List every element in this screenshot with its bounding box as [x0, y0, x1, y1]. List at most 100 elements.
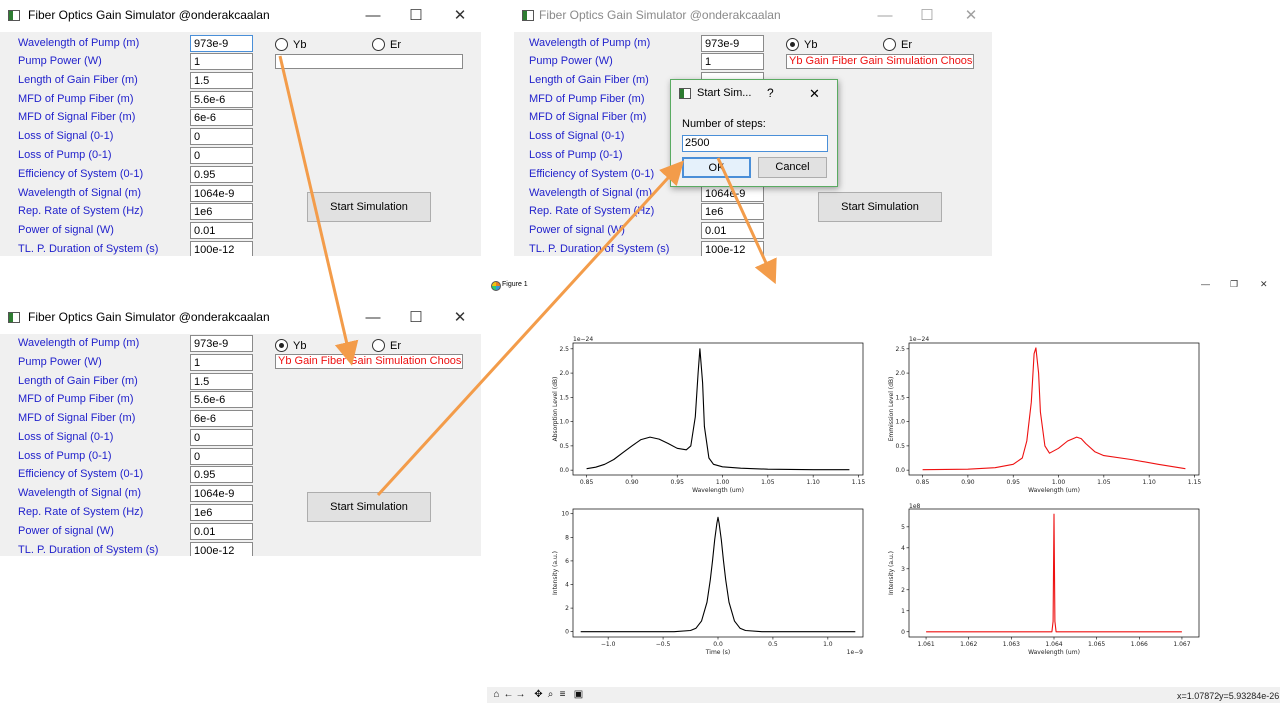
er-radio[interactable] — [883, 38, 896, 51]
x-tick-label: 0.0 — [713, 641, 723, 648]
minimize-button[interactable]: — — [360, 5, 386, 27]
signal-loss-label: Loss of Signal (0-1) — [529, 130, 625, 142]
series-line — [926, 513, 1182, 633]
figure-restore-button[interactable]: ❐ — [1230, 279, 1238, 290]
signal-power-field[interactable]: 0.01 — [701, 222, 764, 239]
pulse-duration-field[interactable]: 100e-12 — [701, 241, 764, 256]
start-simulation-button[interactable]: Start Simulation — [307, 492, 431, 522]
y-tick-label: 2.0 — [895, 370, 905, 377]
pump-power-label: Pump Power (W) — [529, 55, 613, 67]
x-tick-label: 1.067 — [1173, 641, 1190, 648]
figure-title-bar[interactable]: Figure 1 — ❐ ✕ — [487, 277, 1280, 295]
pump-mfd-field[interactable]: 5.6e-6 — [190, 391, 253, 408]
minimize-button[interactable]: — — [360, 307, 386, 329]
pump-wavelength-label: Wavelength of Pump (m) — [18, 337, 140, 349]
signal-mfd-field[interactable]: 6e-6 — [190, 109, 253, 126]
maximize-button[interactable]: ☐ — [403, 307, 429, 329]
signal-loss-field[interactable]: 0 — [190, 429, 253, 446]
title-bar[interactable]: Fiber Optics Gain Simulator @onderakcaal… — [514, 0, 992, 32]
pump-power-field[interactable]: 1 — [190, 53, 253, 70]
pump-loss-field[interactable]: 0 — [190, 147, 253, 164]
yb-radio[interactable] — [275, 38, 288, 51]
matplotlib-icon — [491, 281, 501, 291]
minimize-button[interactable]: — — [872, 5, 898, 27]
pulse-duration-label: TL. P. Duration of System (s) — [18, 544, 159, 556]
dialog-close-button[interactable]: ✕ — [809, 86, 820, 102]
figure-toolbar: ⌂ ← → ✥ ⌕ ≡ ▣ x=1.07872 y=5.93284e-26 — [487, 687, 1280, 703]
pump-power-field[interactable]: 1 — [190, 354, 253, 371]
steps-input[interactable]: 2500 — [682, 135, 828, 152]
home-icon[interactable]: ⌂ — [491, 688, 502, 701]
title-bar[interactable]: Fiber Optics Gain Simulator @onderakcaal… — [0, 302, 481, 334]
close-button[interactable]: ✕ — [958, 5, 984, 27]
figure-minimize-button[interactable]: — — [1201, 279, 1210, 289]
y-tick-label: 1.0 — [895, 419, 905, 426]
close-button[interactable]: ✕ — [447, 5, 473, 27]
er-radio[interactable] — [372, 38, 385, 51]
yb-radio[interactable] — [786, 38, 799, 51]
rep-rate-field[interactable]: 1e6 — [701, 203, 764, 220]
forward-icon[interactable]: → — [515, 688, 526, 701]
cursor-y-readout: y=5.93284e-26 — [1219, 691, 1280, 701]
pump-loss-field[interactable]: 0 — [190, 448, 253, 465]
close-button[interactable]: ✕ — [447, 307, 473, 329]
pump-wavelength-field[interactable]: 973e-9 — [190, 35, 253, 52]
pump-wavelength-field[interactable]: 973e-9 — [190, 335, 253, 352]
y-tick-label: 4 — [565, 582, 569, 589]
fiber-length-field[interactable]: 1.5 — [190, 373, 253, 390]
rep-rate-field[interactable]: 1e6 — [190, 203, 253, 220]
er-radio[interactable] — [372, 339, 385, 352]
y-axis-label: Emmission Level (dB) — [888, 377, 895, 442]
efficiency-label: Efficiency of System (0-1) — [18, 468, 144, 480]
rep-rate-field[interactable]: 1e6 — [190, 504, 253, 521]
start-simulation-button[interactable]: Start Simulation — [818, 192, 942, 222]
pump-wavelength-field[interactable]: 973e-9 — [701, 35, 764, 52]
yb-radio[interactable] — [275, 339, 288, 352]
maximize-button[interactable]: ☐ — [914, 5, 940, 27]
zoom-icon[interactable]: ⌕ — [545, 688, 556, 701]
rep-rate-label: Rep. Rate of System (Hz) — [18, 205, 144, 217]
pump-mfd-field[interactable]: 5.6e-6 — [190, 91, 253, 108]
signal-power-label: Power of signal (W) — [18, 224, 114, 236]
x-tick-label: 0.90 — [961, 479, 975, 486]
plot-frame — [572, 342, 864, 476]
configure-icon[interactable]: ≡ — [557, 688, 568, 701]
window-title: Fiber Optics Gain Simulator @onderakcaal… — [539, 8, 781, 22]
signal-loss-field[interactable]: 0 — [190, 128, 253, 145]
y-tick-label: 1 — [901, 608, 905, 615]
back-icon[interactable]: ← — [503, 688, 514, 701]
dialog-help-button[interactable]: ? — [767, 86, 774, 100]
pulse-duration-field[interactable]: 100e-12 — [190, 241, 253, 256]
pump-wavelength-label: Wavelength of Pump (m) — [18, 37, 140, 49]
maximize-button[interactable]: ☐ — [403, 5, 429, 27]
signal-power-field[interactable]: 0.01 — [190, 523, 253, 540]
y-tick-label: 0 — [901, 629, 905, 636]
x-axis-label: Wavelength (um) — [1028, 649, 1080, 656]
dialog-icon — [679, 88, 691, 99]
figure-close-button[interactable]: ✕ — [1260, 279, 1268, 290]
pump-power-field[interactable]: 1 — [701, 53, 764, 70]
signal-wavelength-field[interactable]: 1064e-9 — [190, 485, 253, 502]
fiber-length-label: Length of Gain Fiber (m) — [18, 74, 138, 86]
title-bar[interactable]: Fiber Optics Gain Simulator @onderakcaal… — [0, 0, 481, 32]
signal-wavelength-field[interactable]: 1064e-9 — [190, 185, 253, 202]
signal-power-field[interactable]: 0.01 — [190, 222, 253, 239]
pan-icon[interactable]: ✥ — [533, 688, 544, 701]
ok-button[interactable]: OK — [682, 157, 751, 178]
cancel-button[interactable]: Cancel — [758, 157, 827, 178]
pump-loss-label: Loss of Pump (0-1) — [18, 450, 112, 462]
pulse-duration-field[interactable]: 100e-12 — [190, 542, 253, 556]
x-tick-label: −0.5 — [656, 641, 671, 648]
start-simulation-button[interactable]: Start Simulation — [307, 192, 431, 222]
signal-loss-label: Loss of Signal (0-1) — [18, 130, 114, 142]
fiber-length-field[interactable]: 1.5 — [190, 72, 253, 89]
figure-title: Figure 1 — [502, 281, 528, 288]
efficiency-field[interactable]: 0.95 — [190, 466, 253, 483]
save-icon[interactable]: ▣ — [573, 688, 584, 701]
signal-wavelength-field[interactable]: 1064e-9 — [701, 185, 764, 202]
x-tick-label: 1.065 — [1088, 641, 1105, 648]
efficiency-field[interactable]: 0.95 — [190, 166, 253, 183]
signal-mfd-field[interactable]: 6e-6 — [190, 410, 253, 427]
yb-radio-label: Yb — [804, 39, 818, 51]
y-tick-label: 0.5 — [559, 443, 569, 450]
